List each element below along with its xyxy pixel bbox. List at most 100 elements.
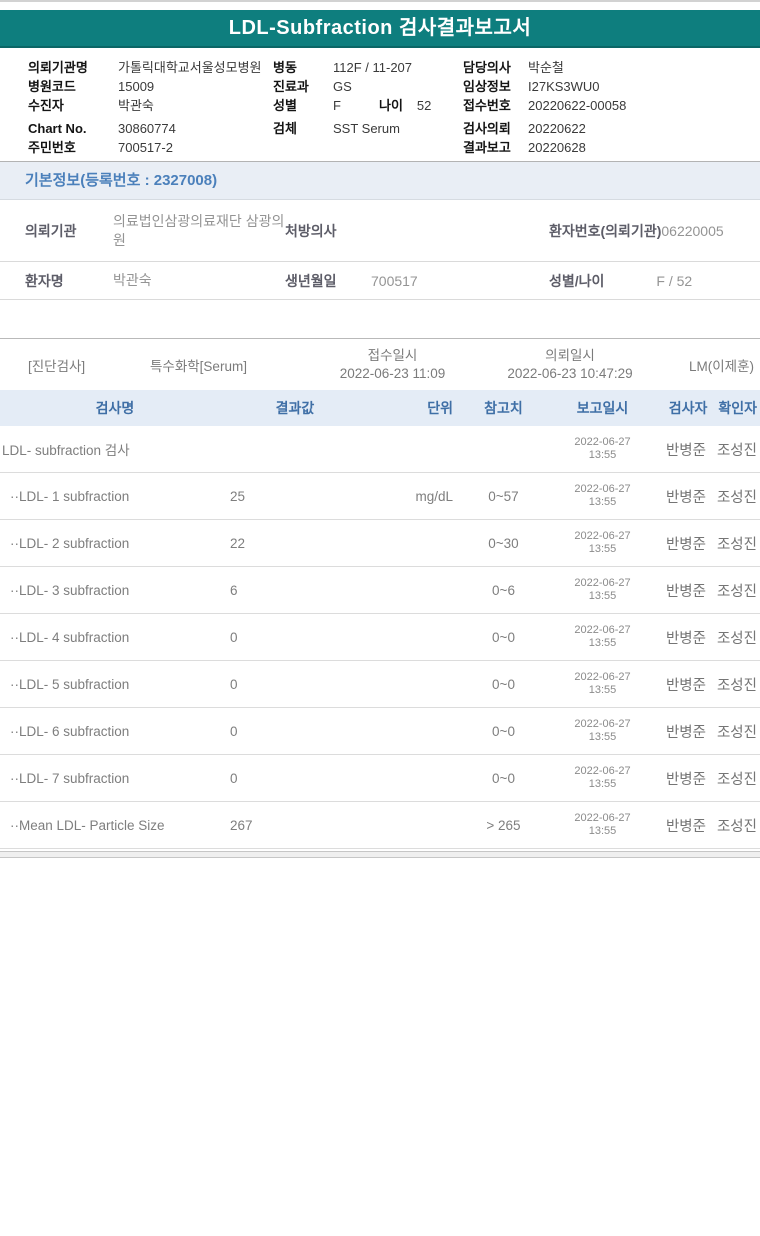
- header-reference: 참고치: [484, 400, 523, 416]
- field-value: F / 52: [656, 272, 693, 289]
- basic-info-section-header: 기본정보(등록번호 : 2327008): [0, 161, 760, 200]
- field-value: F: [333, 98, 341, 113]
- staff-names: 반병준 조성진: [655, 674, 760, 695]
- exam-category: [진단검사]: [28, 358, 86, 374]
- report-time: 13:55: [588, 449, 617, 461]
- report-datetime: 2022-06-27 13:55: [550, 577, 655, 604]
- report-date: 2022-06-27: [574, 764, 631, 777]
- field-value: 06220005: [661, 222, 724, 239]
- receipt-label: 접수일시: [367, 347, 418, 363]
- field-label: 결과보고: [463, 140, 511, 155]
- result-row: ··LDL- 4 subfraction 0 0~0 2022-06-27 13…: [0, 614, 760, 661]
- reference-range: > 265: [486, 817, 521, 833]
- result-value: 22: [230, 535, 246, 551]
- field-value: 30860774: [118, 121, 176, 136]
- field-value: 112F / 11-207: [333, 60, 413, 75]
- field-value: 20220622: [528, 121, 586, 136]
- patient-number-cell: 환자번호(의뢰기관)06220005: [549, 221, 760, 241]
- report-page: LDL-Subfraction 검사결과보고서 의뢰기관명 가톨릭대학교서울성모병…: [0, 0, 760, 1236]
- field-label: 성별/나이: [549, 272, 605, 289]
- sex-age-cell: 성별/나이 F / 52: [549, 271, 760, 291]
- confirmer-name: 조성진: [716, 536, 757, 553]
- confirmer-name: 조성진: [716, 677, 757, 694]
- reference-range: 0~30: [488, 535, 519, 551]
- patient-header-field: Chart No. 30860774: [28, 119, 273, 138]
- unit: mg/dL: [415, 488, 453, 504]
- report-time: 13:55: [588, 731, 617, 743]
- patient-header: 의뢰기관명 가톨릭대학교서울성모병원 병원코드 15009 수진자 박관숙 Chart…: [0, 48, 760, 157]
- field-value: 20220628: [528, 140, 586, 155]
- reference-range: 0~0: [492, 676, 515, 692]
- basic-info-table: 의뢰기관 의료법인삼광의료재단 삼광의원 처방의사 환자번호(의뢰기관)0622…: [0, 200, 760, 300]
- report-time: 13:55: [588, 778, 617, 790]
- confirmer-name: 조성진: [716, 489, 757, 506]
- result-value: 0: [230, 629, 238, 645]
- staff-names: 반병준 조성진: [655, 533, 760, 554]
- report-time: 13:55: [588, 684, 617, 696]
- report-datetime: 2022-06-27 13:55: [550, 436, 655, 463]
- report-date: 2022-06-27: [574, 529, 631, 542]
- field-value: SST Serum: [333, 121, 400, 136]
- results-table-header: 검사명 결과값 단위 참고치 보고일시 검사자 확인자: [0, 390, 760, 426]
- field-label: 접수번호: [463, 98, 511, 113]
- field-label: Chart No.: [28, 121, 87, 136]
- patient-header-col2: 병동 112F / 11-207 진료과 GS 성별 F 나이 52 검체 SST Seru…: [273, 58, 463, 157]
- result-value: 0: [230, 723, 238, 739]
- result-row: ··LDL- 5 subfraction 0 0~0 2022-06-27 13…: [0, 661, 760, 708]
- field-value: 15009: [118, 79, 155, 94]
- exam-test-type: 특수화학[Serum]: [150, 358, 247, 374]
- patient-header-field: 임상정보 I27KS3WU0: [463, 77, 760, 96]
- patient-header-field: 의뢰기관명 가톨릭대학교서울성모병원: [28, 58, 273, 77]
- field-label: 검사의뢰: [463, 121, 511, 136]
- staff-names: 반병준 조성진: [655, 627, 760, 648]
- report-datetime: 2022-06-27 13:55: [550, 812, 655, 839]
- examiner-name: 반병준: [665, 583, 706, 600]
- test-name: ··LDL- 2 subfraction: [10, 535, 130, 551]
- field-value: 700517-2: [118, 140, 173, 155]
- receipt-datetime: 2022-06-23 11:09: [339, 365, 446, 381]
- field-label: 성별: [273, 98, 297, 113]
- basic-info-row-patient: 환자명 박관숙 생년월일 700517 성별/나이 F / 52: [0, 262, 760, 300]
- patient-header-field: 수진자 박관숙: [28, 96, 273, 115]
- field-label: 임상정보: [463, 79, 511, 94]
- report-time: 13:55: [588, 637, 617, 649]
- header-confirmer: 확인자: [718, 400, 757, 416]
- result-row: ··LDL- 2 subfraction 22 0~30 2022-06-27 …: [0, 520, 760, 567]
- report-date: 2022-06-27: [574, 811, 631, 824]
- report-time: 13:55: [588, 825, 617, 837]
- basic-info-row-institution: 의뢰기관 의료법인삼광의료재단 삼광의원 처방의사 환자번호(의뢰기관)0622…: [0, 200, 760, 262]
- test-name: ··LDL- 1 subfraction: [10, 488, 130, 504]
- field-label: 환자명: [25, 272, 64, 289]
- reference-range: 0~0: [492, 770, 515, 786]
- field-value: 700517: [371, 272, 418, 289]
- staff-names: 반병준 조성진: [655, 439, 760, 460]
- staff-names: 반병준 조성진: [655, 768, 760, 789]
- confirmer-name: 조성진: [716, 818, 757, 835]
- field-value: 20220622-00058: [528, 98, 627, 113]
- report-datetime: 2022-06-27 13:55: [550, 483, 655, 510]
- patient-header-field: 주민번호 700517-2: [28, 138, 273, 157]
- report-date: 2022-06-27: [574, 717, 631, 730]
- bottom-divider-band: [0, 851, 760, 858]
- confirmer-name: 조성진: [716, 630, 757, 647]
- header-unit: 단위: [427, 400, 453, 416]
- field-label: 병동: [273, 60, 297, 75]
- examiner-name: 반병준: [665, 630, 706, 647]
- report-date: 2022-06-27: [574, 576, 631, 589]
- result-row: ··LDL- 3 subfraction 6 0~6 2022-06-27 13…: [0, 567, 760, 614]
- performing-lab: LM(이제훈): [688, 358, 754, 374]
- patient-header-col3: 담당의사 박순철 임상정보 I27KS3WU0 접수번호 20220622-00058…: [463, 58, 760, 157]
- test-name: ··LDL- 5 subfraction: [10, 676, 130, 692]
- request-label: 의뢰일시: [545, 347, 595, 363]
- request-datetime: 2022-06-23 10:47:29: [507, 365, 633, 381]
- field-value: 박순철: [528, 60, 564, 75]
- header-report-datetime: 보고일시: [576, 400, 629, 416]
- patient-header-field: 접수번호 20220622-00058: [463, 96, 760, 115]
- report-datetime: 2022-06-27 13:55: [550, 671, 655, 698]
- report-datetime: 2022-06-27 13:55: [550, 624, 655, 651]
- field-value: GS: [333, 79, 352, 94]
- field-label: 진료과: [273, 79, 309, 94]
- field-value: 박관숙: [118, 98, 154, 113]
- reference-range: 0~6: [492, 582, 515, 598]
- confirmer-name: 조성진: [716, 771, 757, 788]
